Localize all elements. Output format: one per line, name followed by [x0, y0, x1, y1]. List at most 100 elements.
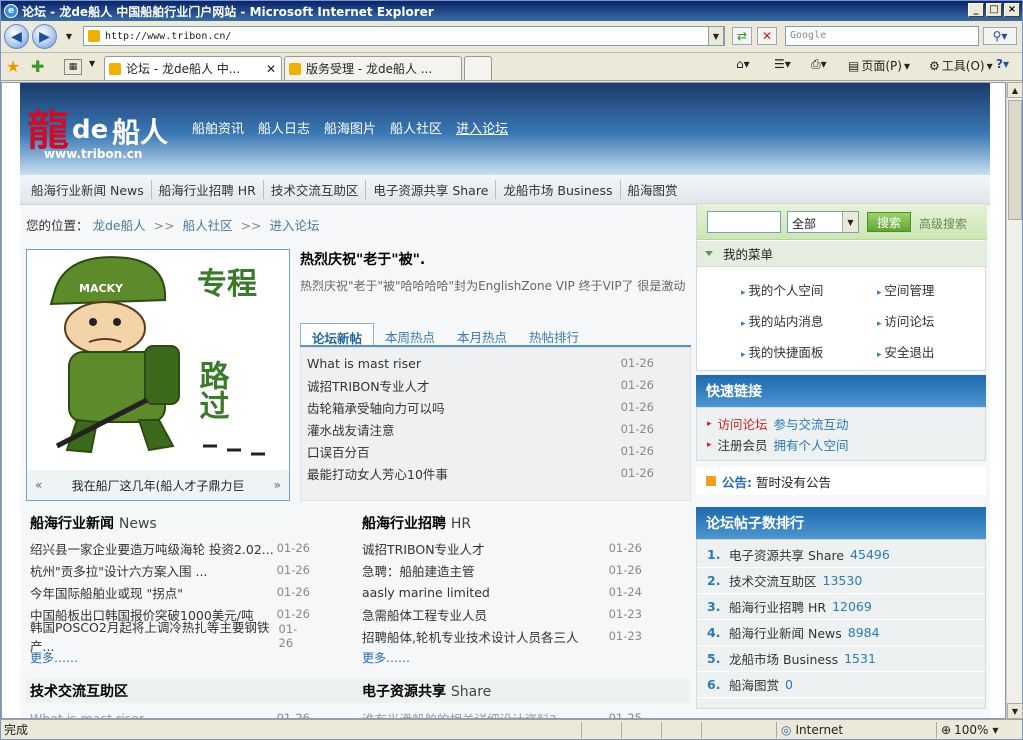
scroll-down-icon[interactable]: ▼ [1007, 703, 1023, 719]
address-input[interactable]: http://www.tribon.cn/ [83, 26, 725, 46]
news-item-title[interactable]: 绍兴县一家企业要造万吨级海轮 投资2.02... [30, 539, 274, 558]
refresh-icon[interactable]: ⇄ [732, 27, 752, 45]
list-item[interactable]: 杭州"贡多拉"设计六方案入围 ... 01-26 [30, 559, 320, 581]
menu-space-admin[interactable]: 空间管理 [877, 280, 967, 299]
list-item[interactable]: 谁有光滑船舶的相关详细设计资料? 01-25 [362, 707, 652, 719]
news-item-title[interactable]: 杭州"贡多拉"设计六方案入围 ... [30, 561, 207, 580]
list-item[interactable]: What is mast riser 01-26 [301, 352, 690, 374]
share-section-title[interactable]: 电子资源共享 Share [362, 681, 491, 701]
featured-caption[interactable]: 我在船厂这几年(船人才子鼎力巨 [72, 477, 245, 494]
stop-icon[interactable]: ✕ [757, 27, 777, 45]
ranking-row[interactable]: 3. 船海行业招聘 HR 12069 [697, 594, 985, 620]
tab-service[interactable]: 版务受理 - 龙de船人 ... [284, 56, 462, 80]
sub-nav-share[interactable]: 电子资源共享 Share [366, 180, 497, 199]
sub-nav-business[interactable]: 龙船市场 Business [496, 180, 621, 199]
home-icon[interactable]: ⌂▾ [736, 57, 750, 71]
job-item-title[interactable]: 诚招TRIBON专业人才 [362, 539, 485, 558]
quick-link-forum-desc[interactable]: 参与交流互动 [774, 414, 849, 433]
share-item-title[interactable]: 谁有光滑船舶的相关详细设计资料? [362, 709, 556, 719]
post-title[interactable]: 最能打动女人芳心10件事 [307, 464, 448, 483]
job-item-title[interactable]: 急聘：船舶建造主管 [362, 561, 475, 580]
quick-link-forum[interactable]: 访问论坛参与交流互动 [697, 413, 985, 434]
job-item-title[interactable]: 急需船体工程专业人员 [362, 605, 487, 624]
post-title[interactable]: 口误百分百 [307, 442, 370, 461]
quick-link-register[interactable]: 注册会员拥有个人空间 [697, 434, 985, 455]
add-favorites-icon[interactable]: ✚ [31, 57, 44, 76]
back-button[interactable]: ◀ [4, 24, 29, 49]
breadcrumb-forum[interactable]: 进入论坛 [270, 218, 320, 233]
search-button[interactable]: 搜索 [867, 212, 911, 232]
featured-next-button[interactable]: » [274, 478, 281, 492]
rank-forum-name[interactable]: 电子资源共享 Share [729, 545, 844, 564]
tools-menu[interactable]: ⚙ 工具(O) ▾ [929, 57, 993, 74]
list-item[interactable]: 最能打动女人芳心10件事 01-26 [301, 462, 690, 484]
tab-close-icon[interactable]: ✕ [266, 62, 276, 76]
news-item-title[interactable]: 今年国际船舶业或现 "拐点" [30, 583, 183, 602]
ranking-row[interactable]: 2. 技术交流互助区 13530 [697, 568, 985, 594]
vertical-scrollbar[interactable]: ▲ ▼ [1006, 82, 1023, 719]
list-item[interactable]: 诚招TRIBON专业人才 01-26 [301, 374, 690, 396]
quick-link-register-label[interactable]: 注册会员 [718, 435, 768, 454]
top-nav-photos[interactable]: 船海图片 [324, 118, 376, 137]
jobs-more-link[interactable]: 更多…… [362, 649, 652, 666]
breadcrumb-home[interactable]: 龙de船人 [93, 218, 146, 233]
rank-forum-name[interactable]: 龙船市场 Business [729, 649, 838, 668]
headline-title[interactable]: 热烈庆祝"老于"被". [300, 249, 425, 269]
rank-forum-name[interactable]: 技术交流互助区 [729, 571, 817, 590]
top-nav-community[interactable]: 船人社区 [390, 118, 442, 137]
my-menu-header[interactable]: 我的菜单 [697, 241, 987, 267]
forward-button[interactable]: ▶ [32, 24, 57, 49]
list-item[interactable]: 口误百分百 01-26 [301, 440, 690, 462]
scroll-thumb[interactable] [1008, 100, 1022, 220]
maximize-button[interactable]: □ [986, 3, 1002, 17]
featured-prev-button[interactable]: « [35, 478, 42, 492]
top-nav-forum[interactable]: 进入论坛 [456, 118, 508, 137]
breadcrumb-community[interactable]: 船人社区 [183, 218, 233, 233]
list-item[interactable]: 今年国际船舶业或现 "拐点" 01-26 [30, 581, 320, 603]
ranking-row[interactable]: 4. 船海行业新闻 News 8984 [697, 620, 985, 646]
tab-forum[interactable]: 论坛 - 龙de船人 中... ✕ [104, 56, 282, 80]
page-menu[interactable]: ▤ 页面(P) ▾ [848, 57, 910, 74]
sub-nav-gallery[interactable]: 船海图赏 [621, 180, 685, 199]
minimize-button[interactable]: _ [968, 3, 984, 17]
job-item-title[interactable]: 招聘船体,轮机专业技术设计人员各三人 [362, 627, 578, 646]
address-dropdown[interactable]: ▼ [708, 26, 724, 46]
rank-forum-name[interactable]: 船海图赏 [729, 675, 779, 694]
list-item[interactable]: 灌水战友请注意 01-26 [301, 418, 690, 440]
tech-section-title[interactable]: 技术交流互助区 [30, 681, 128, 701]
new-tab-button[interactable] [464, 56, 492, 80]
menu-visit-forum[interactable]: 访问论坛 [877, 311, 967, 330]
tab-month-hot[interactable]: 本月热点 [446, 323, 518, 345]
list-item[interactable]: 诚招TRIBON专业人才 01-26 [362, 537, 652, 559]
jobs-section-title[interactable]: 船海行业招聘 HR [362, 513, 471, 533]
ranking-row[interactable]: 1. 电子资源共享 Share 45496 [697, 542, 985, 568]
rank-forum-name[interactable]: 船海行业招聘 HR [729, 597, 826, 616]
list-item[interactable]: 齿轮箱承受轴向力可以吗 01-26 [301, 396, 690, 418]
job-item-title[interactable]: aasly marine limited [362, 585, 490, 600]
list-item[interactable]: What is mast riser 01-26 [30, 707, 320, 719]
menu-logout[interactable]: 安全退出 [877, 342, 967, 361]
list-item[interactable]: 绍兴县一家企业要造万吨级海轮 投资2.02... 01-26 [30, 537, 320, 559]
news-section-title[interactable]: 船海行业新闻 News [30, 513, 157, 533]
sub-nav-news[interactable]: 船海行业新闻 News [24, 180, 152, 199]
quick-link-forum-label[interactable]: 访问论坛 [718, 414, 768, 433]
search-icon[interactable]: ⚲▾ [983, 27, 1017, 45]
menu-my-messages[interactable]: 我的站内消息 [741, 311, 877, 330]
list-item[interactable]: 韩国POSCO2月起将上调冷热扎等主要钢铁产... 01-26 [30, 620, 320, 654]
history-dropdown[interactable]: ▼ [61, 26, 77, 46]
sub-nav-hr[interactable]: 船海行业招聘 HR [152, 180, 264, 199]
advanced-search-link[interactable]: 高级搜索 [919, 215, 967, 232]
post-title[interactable]: 灌水战友请注意 [307, 420, 395, 439]
top-nav-news[interactable]: 船舶资讯 [192, 118, 244, 137]
close-button[interactable]: × [1004, 3, 1020, 17]
post-title[interactable]: 齿轮箱承受轴向力可以吗 [307, 398, 445, 417]
feeds-icon[interactable]: ☰▾ [774, 57, 791, 71]
menu-quick-panel[interactable]: 我的快捷面板 [741, 342, 877, 361]
search-input[interactable]: Google [785, 26, 979, 46]
featured-image[interactable]: MACKY 专程 路过 [27, 250, 289, 468]
post-title[interactable]: 诚招TRIBON专业人才 [307, 376, 430, 395]
top-nav-blog[interactable]: 船人日志 [258, 118, 310, 137]
sub-nav-tech[interactable]: 技术交流互助区 [264, 180, 367, 199]
scroll-up-icon[interactable]: ▲ [1007, 82, 1023, 98]
quick-tabs-icon[interactable]: ▦ [64, 59, 82, 75]
